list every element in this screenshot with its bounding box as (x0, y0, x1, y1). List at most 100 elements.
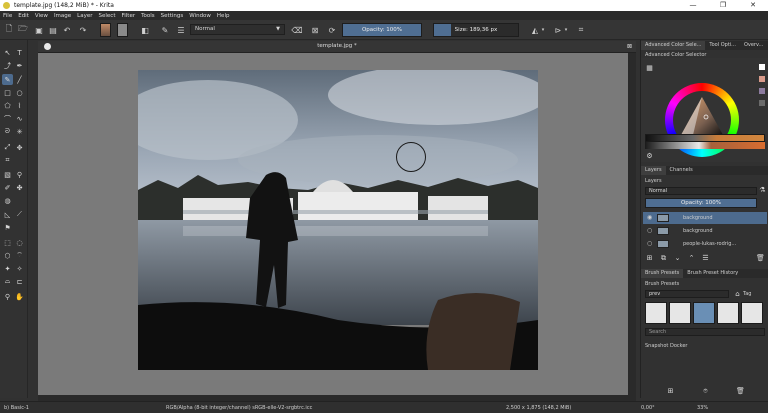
ellipse-tool-icon[interactable]: ○ (14, 87, 25, 98)
vertical-scrollbar[interactable] (628, 53, 636, 395)
wrap-around-icon[interactable]: ⌗ (576, 24, 586, 36)
menu-layer[interactable]: Layer (77, 13, 92, 19)
text-tool-icon[interactable]: T (14, 47, 25, 58)
colorize-mask-tool-icon[interactable]: ✐ (2, 182, 13, 193)
chevron-down-icon[interactable]: ▾ (540, 24, 546, 36)
tab-layers[interactable]: Layers (641, 166, 666, 175)
maximize-button[interactable]: ❐ (708, 0, 738, 11)
tab-brush-preset-history[interactable]: Brush Preset History (683, 269, 742, 278)
recent-color-swatch[interactable] (759, 100, 765, 106)
move-layer-up-icon[interactable]: ⌃ (687, 254, 696, 263)
menu-edit[interactable]: Edit (18, 13, 29, 19)
reference-tool-icon[interactable]: ⚑ (2, 222, 13, 233)
zoom-status[interactable]: 33% (697, 405, 708, 411)
pan-tool-icon[interactable]: ✋ (14, 291, 25, 302)
brush-preset[interactable] (741, 302, 763, 324)
menu-help[interactable]: Help (217, 13, 230, 19)
filter-icon[interactable]: ⚗ (758, 186, 767, 195)
layer-blend-select[interactable]: Normal (645, 187, 757, 195)
multibrush-tool-icon[interactable]: ✳ (14, 126, 25, 137)
freehand-brush-tool-icon[interactable]: ✎ (2, 74, 13, 85)
delete-snapshot-icon[interactable]: 🗑 (736, 387, 745, 396)
reload-preset-icon[interactable]: ⟳ (327, 24, 337, 36)
calligraphy-tool-icon[interactable]: ✒ (14, 60, 25, 71)
delete-layer-icon[interactable]: 🗑 (756, 254, 765, 263)
layer-row[interactable]: ○ people-lukas-rodrig... (643, 238, 767, 250)
layer-row[interactable]: ◉ background (643, 212, 767, 224)
move-tool-icon[interactable]: ✥ (14, 142, 25, 153)
tab-tool-options[interactable]: Tool Opti... (705, 41, 740, 50)
contiguous-select-tool-icon[interactable]: ✦ (2, 263, 13, 274)
shade-settings-icon[interactable]: ⚙ (645, 152, 654, 161)
document-tab[interactable]: template.jpg * ⊠ (38, 41, 636, 53)
similar-select-tool-icon[interactable]: ✧ (14, 263, 25, 274)
menu-window[interactable]: Window (189, 13, 211, 19)
move-layer-down-icon[interactable]: ⌄ (673, 254, 682, 263)
freehand-path-tool-icon[interactable]: ∿ (14, 113, 25, 124)
menu-view[interactable]: View (35, 13, 48, 19)
menu-select[interactable]: Select (99, 13, 116, 19)
recent-color-swatch[interactable] (759, 88, 765, 94)
layer-row[interactable]: ○ background (643, 225, 767, 237)
rectangle-tool-icon[interactable]: □ (2, 87, 13, 98)
layer-properties-icon[interactable]: ☰ (701, 254, 710, 263)
eye-icon[interactable]: ○ (647, 227, 652, 235)
settings-icon[interactable]: ▦ (645, 64, 654, 73)
measure-tool-icon[interactable]: ⟋ (14, 209, 25, 220)
brush-preset[interactable] (717, 302, 739, 324)
opacity-slider[interactable]: Opacity: 100% (342, 23, 422, 37)
tab-advanced-color-selector[interactable]: Advanced Color Sele... (641, 41, 706, 50)
brush-editor-icon[interactable]: ☰ (176, 24, 186, 36)
fill-tool-icon[interactable]: ◍ (2, 195, 13, 206)
minimize-button[interactable]: — (678, 0, 708, 11)
fg-bg-color-icon[interactable]: ◧ (138, 24, 152, 36)
tab-channels[interactable]: Channels (666, 166, 697, 175)
size-slider[interactable]: Size: 189,36 px (433, 23, 519, 37)
bezier-tool-icon[interactable]: ⌒ (2, 113, 13, 124)
line-tool-icon[interactable]: ╱ (14, 74, 25, 85)
tab-brush-presets[interactable]: Brush Presets (641, 269, 684, 278)
save-icon[interactable]: ▣ (34, 24, 44, 36)
pattern-swatch[interactable] (117, 23, 128, 37)
magnetic-select-tool-icon[interactable]: ⊏ (14, 276, 25, 287)
mirror-horizontal-icon[interactable]: ◭ (530, 24, 540, 36)
bezier-select-tool-icon[interactable]: ⌓ (2, 276, 13, 287)
brush-preset-icon[interactable]: ✎ (158, 24, 172, 36)
redo-icon[interactable]: ↷ (78, 24, 88, 36)
select-shapes-tool-icon[interactable]: ↖ (2, 47, 13, 58)
polygon-tool-icon[interactable]: ⬠ (2, 100, 13, 111)
new-document-icon[interactable]: 🗋 (4, 24, 14, 36)
preserve-alpha-icon[interactable]: ⊠ (310, 24, 320, 36)
menu-settings[interactable]: Settings (161, 13, 184, 19)
eraser-mode-icon[interactable]: ⌫ (291, 24, 302, 36)
mirror-vertical-icon[interactable]: ⊳ (553, 24, 563, 36)
menu-image[interactable]: Image (54, 13, 71, 19)
edit-shapes-tool-icon[interactable]: ⤴ (2, 60, 13, 71)
crop-tool-icon[interactable]: ⌗ (2, 155, 13, 166)
saturation-value-triangle[interactable] (679, 95, 725, 139)
gradient-tool-icon[interactable]: ▧ (2, 169, 13, 180)
duplicate-layer-icon[interactable]: ⧉ (659, 254, 668, 263)
add-snapshot-icon[interactable]: ⊞ (666, 387, 675, 396)
add-layer-icon[interactable]: ⊞ (645, 254, 654, 263)
polygon-select-tool-icon[interactable]: ⬡ (2, 250, 13, 261)
close-button[interactable]: ✕ (738, 0, 768, 11)
assistant-tool-icon[interactable]: ◺ (2, 209, 13, 220)
brush-tag-filter[interactable]: prev (645, 290, 729, 298)
color-shade-strip[interactable] (645, 142, 765, 149)
menu-file[interactable]: File (3, 13, 12, 19)
brush-preset[interactable] (645, 302, 667, 324)
eye-icon[interactable]: ○ (647, 240, 652, 248)
blend-mode-select[interactable]: Normal ▼ (190, 24, 285, 35)
smart-patch-tool-icon[interactable]: ✤ (14, 182, 25, 193)
save-as-icon[interactable]: ▤ (48, 24, 58, 36)
ellipse-select-tool-icon[interactable]: ◌ (14, 237, 25, 248)
camera-icon[interactable]: ⌾ (701, 387, 710, 396)
polyline-tool-icon[interactable]: ⌇ (14, 100, 25, 111)
recent-color-swatch[interactable] (759, 76, 765, 82)
color-shade-strip[interactable] (645, 134, 765, 142)
tab-overview[interactable]: Overv... (740, 41, 767, 50)
color-picker-tool-icon[interactable]: ⚲ (14, 169, 25, 180)
freehand-select-tool-icon[interactable]: ⌔ (14, 250, 25, 261)
menu-tools[interactable]: Tools (141, 13, 155, 19)
